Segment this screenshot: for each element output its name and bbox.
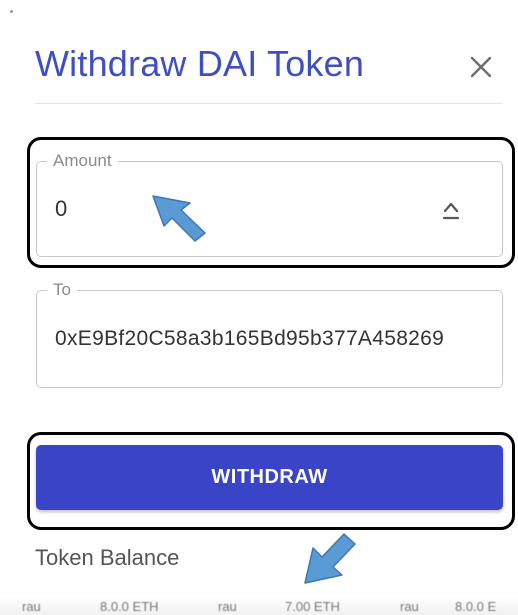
background-text: 8.0.0 E xyxy=(455,599,497,614)
background-page-strip: rau 8.0.0 ETH rau 7.00 ETH rau 8.0.0 E xyxy=(0,596,518,615)
dialog-title: Withdraw DAI Token xyxy=(35,43,365,84)
withdraw-highlight-box xyxy=(27,432,515,530)
background-text: rau xyxy=(22,599,41,614)
background-text: rau xyxy=(218,599,237,614)
background-text: 7.00 ETH xyxy=(285,599,340,614)
corner-dot xyxy=(10,10,13,13)
to-address-input[interactable] xyxy=(55,291,495,387)
token-balance-label: Token Balance xyxy=(35,545,180,570)
to-address-field: To xyxy=(36,281,503,388)
amount-highlight-box xyxy=(27,137,515,268)
withdraw-dialog: Withdraw DAI Token Amount To WITHDRAW To… xyxy=(0,0,518,615)
arrow-pointer-icon xyxy=(152,195,206,242)
close-button[interactable] xyxy=(464,50,498,84)
arrow-pointer-icon xyxy=(304,533,356,584)
background-text: 8.0.0 ETH xyxy=(100,599,159,614)
close-icon xyxy=(470,56,492,78)
title-divider xyxy=(35,103,502,104)
background-text: rau xyxy=(400,599,419,614)
